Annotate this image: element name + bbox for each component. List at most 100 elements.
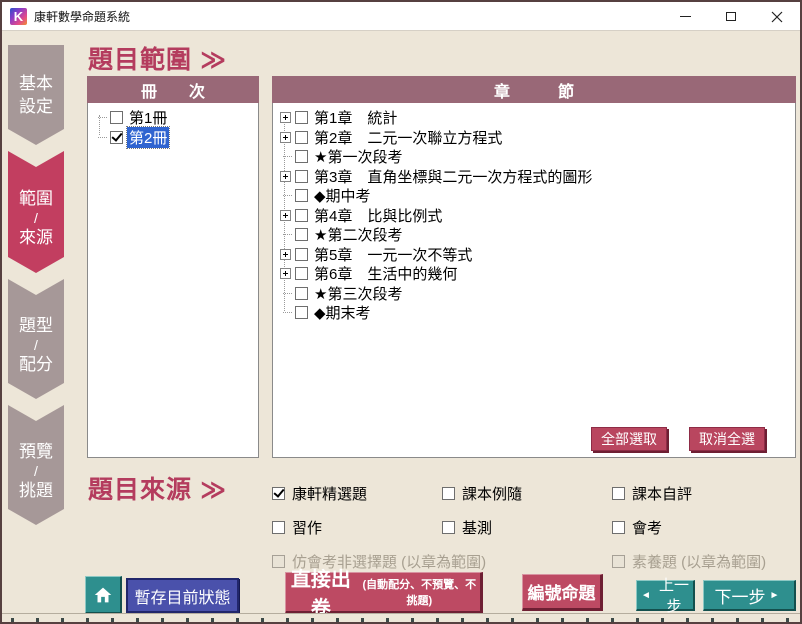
exam-final-checkbox[interactable]: [295, 306, 308, 319]
sidebar-tab-basic-settings[interactable]: 基本 設定: [8, 45, 64, 145]
chapter-item-2[interactable]: 第2章 二元一次聯立方程式: [273, 128, 795, 148]
mock-nonchoice-checkbox: [272, 555, 285, 568]
chapter-5-label[interactable]: 第5章 一元一次不等式: [312, 244, 474, 265]
deselect-all-button[interactable]: 取消全選: [689, 427, 765, 451]
literacy-checkbox: [612, 555, 625, 568]
kanghsuan-selected-checkbox[interactable]: [272, 487, 285, 500]
exam-midterm1-checkbox[interactable]: [295, 150, 308, 163]
exam-item-midterm3[interactable]: ★第三次段考: [273, 284, 795, 304]
chapter-1-checkbox[interactable]: [295, 111, 308, 124]
next-step-button[interactable]: 下一步►: [703, 580, 796, 611]
chapter-4-checkbox[interactable]: [295, 209, 308, 222]
volume-2-checkbox[interactable]: [110, 131, 123, 144]
chapter-item-3[interactable]: 第3章 直角坐標與二元一次方程式的圖形: [273, 167, 795, 187]
numbered-question-button[interactable]: 編號命題: [522, 574, 603, 611]
option-label[interactable]: 課本例隨: [462, 483, 522, 504]
expand-icon[interactable]: [280, 171, 291, 182]
chapter-item-1[interactable]: 第1章 統計: [273, 108, 795, 128]
left-arrow-icon: ◄: [641, 590, 651, 601]
direct-generate-button[interactable]: 直接出卷 (自動配分、不預覽、不挑題): [285, 572, 483, 614]
maximize-icon: [726, 12, 736, 21]
tab-label: 設定: [8, 95, 64, 118]
chapter-2-label[interactable]: 第2章 二元一次聯立方程式: [312, 127, 504, 148]
expand-icon[interactable]: [280, 132, 291, 143]
option-kanghsuan-selected[interactable]: 康軒精選題: [272, 483, 442, 504]
expand-icon[interactable]: [280, 210, 291, 221]
chapter-item-5[interactable]: 第5章 一元一次不等式: [273, 245, 795, 265]
textbook-examples-checkbox[interactable]: [442, 487, 455, 500]
chapter-5-checkbox[interactable]: [295, 248, 308, 261]
volume-1-label[interactable]: 第1冊: [127, 107, 169, 128]
option-comprehensive-exam[interactable]: 會考: [612, 517, 796, 538]
chapter-3-label[interactable]: 第3章 直角坐標與二元一次方程式的圖形: [312, 166, 594, 187]
chapter-6-checkbox[interactable]: [295, 267, 308, 280]
option-label[interactable]: 習作: [292, 517, 322, 538]
tab-label: 基本: [8, 72, 64, 95]
workbook-checkbox[interactable]: [272, 521, 285, 534]
source-heading: 題目來源 ≫: [88, 470, 227, 506]
expand-icon[interactable]: [280, 249, 291, 260]
option-textbook-examples[interactable]: 課本例隨: [442, 483, 612, 504]
next-step-label: 下一步: [715, 583, 766, 608]
sidebar: 基本 設定 範圍 / 來源 題型 / 配分 預覽 / 挑題: [2, 31, 82, 622]
option-basic-test[interactable]: 基測: [442, 517, 612, 538]
chapter-2-checkbox[interactable]: [295, 131, 308, 144]
volume-item-1[interactable]: 第1冊: [88, 108, 258, 128]
comprehensive-exam-checkbox[interactable]: [612, 521, 625, 534]
prev-step-button[interactable]: ◄上一步: [636, 580, 695, 611]
expand-icon[interactable]: [280, 112, 291, 123]
chapter-6-label[interactable]: 第6章 生活中的幾何: [312, 263, 459, 284]
exam-final-label[interactable]: ◆期末考: [312, 302, 373, 323]
chapter-item-6[interactable]: 第6章 生活中的幾何: [273, 264, 795, 284]
chapter-4-label[interactable]: 第4章 比與比例式: [312, 205, 444, 226]
option-label: 素養題 (以章為範圍): [632, 551, 766, 572]
tab-label: 題型: [8, 314, 64, 337]
minimize-button[interactable]: [662, 2, 708, 31]
exam-midterm1-label[interactable]: ★第一次段考: [312, 146, 404, 167]
exam-midterm2-checkbox[interactable]: [295, 228, 308, 241]
chapter-panel: 章 節 第1章 統計 第2章 二元一次聯立方程式 ★第一次段考 第3章 直角坐標: [272, 102, 796, 458]
chapter-item-4[interactable]: 第4章 比與比例式: [273, 206, 795, 226]
exam-item-midyear[interactable]: ◆期中考: [273, 186, 795, 206]
chapter-1-label[interactable]: 第1章 統計: [312, 107, 399, 128]
textbook-selfcheck-checkbox[interactable]: [612, 487, 625, 500]
option-label[interactable]: 課本自評: [632, 483, 692, 504]
option-workbook[interactable]: 習作: [272, 517, 442, 538]
tab-label: /: [8, 337, 64, 353]
sidebar-tab-preview-pick[interactable]: 預覽 / 挑題: [8, 405, 64, 525]
exam-item-final[interactable]: ◆期末考: [273, 303, 795, 323]
tree-guide: [98, 137, 107, 138]
volume-1-checkbox[interactable]: [110, 111, 123, 124]
option-textbook-selfcheck[interactable]: 課本自評: [612, 483, 796, 504]
exam-midterm3-checkbox[interactable]: [295, 287, 308, 300]
volume-item-2[interactable]: 第2冊: [88, 128, 258, 148]
save-state-button[interactable]: 暫存目前狀態: [126, 578, 239, 613]
sidebar-tab-question-type[interactable]: 題型 / 配分: [8, 279, 64, 399]
option-label[interactable]: 康軒精選題: [292, 483, 367, 504]
exam-midterm2-label[interactable]: ★第二次段考: [312, 224, 404, 245]
close-button[interactable]: [754, 2, 800, 31]
basic-test-checkbox[interactable]: [442, 521, 455, 534]
sidebar-tab-scope-source[interactable]: 範圍 / 來源: [8, 151, 64, 273]
chapter-3-checkbox[interactable]: [295, 170, 308, 183]
tab-label: 來源: [8, 226, 64, 249]
exam-midterm3-label[interactable]: ★第三次段考: [312, 283, 404, 304]
window-title: 康軒數學命題系統: [34, 8, 130, 25]
exam-midyear-checkbox[interactable]: [295, 189, 308, 202]
chapter-tree: 第1章 統計 第2章 二元一次聯立方程式 ★第一次段考 第3章 直角坐標與二元一…: [273, 103, 795, 323]
home-button[interactable]: [85, 576, 122, 614]
exam-item-midterm1[interactable]: ★第一次段考: [273, 147, 795, 167]
exam-midyear-label[interactable]: ◆期中考: [312, 185, 373, 206]
option-label[interactable]: 會考: [632, 517, 662, 538]
tab-label: 預覽: [8, 440, 64, 463]
volume-2-label[interactable]: 第2冊: [127, 127, 169, 148]
tab-label: 挑題: [8, 479, 64, 502]
select-all-button[interactable]: 全部選取: [591, 427, 667, 451]
tree-guide: [283, 156, 292, 157]
app-window: K 康軒數學命題系統 基本 設定 範圍 / 來源 題型 / 配分 預覽 /: [0, 0, 802, 624]
maximize-button[interactable]: [708, 2, 754, 31]
tree-guide: [283, 195, 292, 196]
expand-icon[interactable]: [280, 268, 291, 279]
exam-item-midterm2[interactable]: ★第二次段考: [273, 225, 795, 245]
option-label[interactable]: 基測: [462, 517, 492, 538]
